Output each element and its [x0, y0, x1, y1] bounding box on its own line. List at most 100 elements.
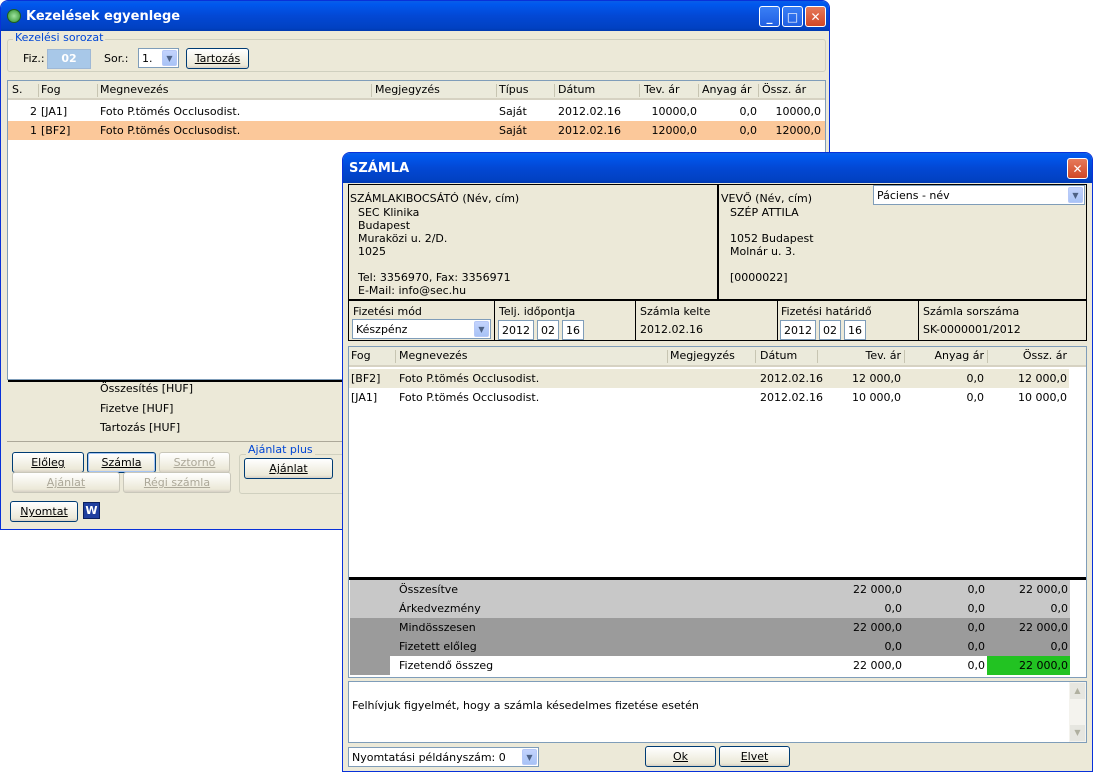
col-divider: [639, 84, 640, 97]
col-s: S.: [12, 83, 23, 96]
buyer-select[interactable]: Páciens - név ▼: [873, 185, 1085, 205]
note-scrollbar[interactable]: ▲ ▼: [1069, 682, 1086, 742]
note-textarea[interactable]: Felhívjuk figyelmét, hogy a számla késed…: [348, 681, 1087, 743]
field-divider: [494, 300, 495, 341]
hatarido-month[interactable]: 02: [819, 320, 841, 340]
issuer-street: Muraközi u. 2/D.: [358, 232, 448, 245]
fizmod-select[interactable]: Készpénz ▼: [352, 319, 491, 339]
app-icon: [7, 9, 21, 23]
buyer-street: Molnár u. 3.: [730, 245, 796, 258]
group-caption: Kezelési sorozat: [13, 31, 106, 44]
col-divider: [817, 350, 818, 363]
col-ossz-ar: Össz. ár: [762, 83, 807, 96]
tartozas-button[interactable]: Tartozás: [186, 48, 249, 69]
sorszam-value: SK-0000001/2012: [923, 323, 1021, 336]
col-anyag-ar: Anyag ár: [934, 349, 985, 362]
col-divider: [904, 350, 905, 363]
hatarido-label: Fizetési határidő: [781, 305, 872, 318]
ajanlat-plus-button[interactable]: Ajánlat: [244, 458, 333, 479]
maximize-button[interactable]: □: [782, 6, 803, 27]
sztorno-button[interactable]: Sztornó: [159, 452, 230, 473]
kelte-value: 2012.02.16: [640, 323, 703, 336]
field-divider: [635, 300, 636, 341]
ajanlat-button[interactable]: Ajánlat: [12, 472, 120, 493]
totals-row: Összesítve 22 000,0 0,0 22 000,0: [350, 580, 1070, 599]
telj-month[interactable]: 02: [537, 320, 559, 340]
word-icon[interactable]: W: [83, 502, 100, 519]
chevron-down-icon: ▼: [474, 321, 489, 337]
telj-day[interactable]: 16: [562, 320, 584, 340]
hatarido-year[interactable]: 2012: [780, 320, 816, 340]
col-divider: [554, 84, 555, 97]
issuer-tel: Tel: 3356970, Fax: 3356971: [358, 271, 511, 284]
nyomtat-button[interactable]: Nyomtat: [10, 501, 78, 522]
szamla-titlebar: SZÁMLA: [343, 153, 1092, 183]
col-ossz-ar: Össz. ár: [1022, 349, 1067, 362]
col-fog: Fog: [351, 349, 371, 362]
fizmod-label: Fizetési mód: [353, 305, 422, 318]
field-divider: [918, 300, 919, 341]
elvet-button[interactable]: Elvet: [719, 746, 790, 767]
item-row[interactable]: [JA1] Foto P.tömés Occlusodist. 2012.02.…: [349, 388, 1069, 407]
issuer-city: Budapest: [358, 219, 411, 232]
window-title: Kezelések egyenlege: [26, 8, 181, 24]
window-title: SZÁMLA: [349, 160, 410, 176]
col-divider: [496, 84, 497, 97]
tartozas-label: Tartozás [HUF]: [100, 421, 181, 434]
kezelesek-titlebar: Kezelések egyenlege: [1, 1, 829, 31]
col-datum: Dátum: [760, 349, 798, 362]
col-tev-ar: Tev. ár: [644, 83, 680, 96]
szamla-window: SZÁMLA ✕ SZÁMLAKIBOCSÁTÓ (Név, cím) SEC …: [342, 152, 1093, 772]
chevron-down-icon: ▼: [1068, 187, 1083, 203]
note-text: Felhívjuk figyelmét, hogy a számla késed…: [352, 699, 699, 712]
col-megjegyzes: Megjegyzés: [670, 349, 735, 362]
telj-year[interactable]: 2012: [498, 320, 534, 340]
sorszam-label: Számla sorszáma: [923, 305, 1020, 318]
ajanlat-plus-caption: Ajánlat plus: [246, 443, 315, 456]
items-header: Fog Megnevezés Megjegyzés Dátum Tev. ár …: [349, 347, 1086, 367]
close-button[interactable]: ✕: [805, 6, 826, 27]
totals-row: Árkedvezmény 0,0 0,0 0,0: [350, 599, 1070, 618]
col-tev-ar: Tev. ár: [865, 349, 901, 362]
col-datum: Dátum: [558, 83, 596, 96]
col-divider: [38, 84, 39, 97]
kezelesi-sorozat-group: [7, 39, 826, 72]
sor-label: Sor.:: [104, 52, 129, 65]
sor-select[interactable]: 1. ▼: [138, 48, 179, 68]
col-divider: [667, 350, 668, 363]
osszesites-label: Összesítés [HUF]: [100, 382, 193, 395]
szamla-button[interactable]: Számla: [87, 452, 156, 473]
col-tipus: Típus: [499, 83, 529, 96]
table-row[interactable]: 2 [JA1] Foto P.tömés Occlusodist. Saját …: [8, 102, 825, 121]
minimize-button[interactable]: _: [759, 6, 780, 27]
hatarido-day[interactable]: 16: [844, 320, 866, 340]
kelte-label: Számla kelte: [640, 305, 711, 318]
table-row-selected[interactable]: 1 [BF2] Foto P.tömés Occlusodist. Saját …: [8, 121, 825, 140]
issuer-name: SEC Klinika: [358, 206, 420, 219]
col-divider: [755, 350, 756, 363]
scroll-up-icon[interactable]: ▲: [1070, 683, 1085, 699]
buyer-heading: VEVŐ (Név, cím): [721, 192, 813, 205]
totals-row: Fizetett előleg 0,0 0,0 0,0: [350, 637, 1070, 656]
col-divider: [987, 350, 988, 363]
totals-row-payable: Fizetendő összeg 22 000,0 0,0 22 000,0: [350, 656, 1070, 675]
issuer-zip: 1025: [358, 245, 386, 258]
col-megnevezes: Megnevezés: [100, 83, 169, 96]
col-anyag-ar: Anyag ár: [702, 83, 752, 96]
issuer-email: E-Mail: info@sec.hu: [358, 284, 467, 297]
copies-select[interactable]: Nyomtatási példányszám: 0 ▼: [348, 747, 539, 767]
ok-button[interactable]: Ok: [645, 746, 716, 767]
issuer-heading: SZÁMLAKIBOCSÁTÓ (Név, cím): [350, 192, 520, 205]
fizetve-label: Fizetve [HUF]: [100, 402, 174, 415]
close-button[interactable]: ✕: [1067, 158, 1088, 179]
buyer-id: [0000022]: [730, 271, 788, 284]
fiz-field[interactable]: 02: [47, 49, 91, 69]
scroll-down-icon[interactable]: ▼: [1070, 725, 1085, 741]
col-megnevezes: Megnevezés: [399, 349, 468, 362]
buyer-name: SZÉP ATTILA: [730, 206, 799, 219]
col-divider: [758, 84, 759, 97]
item-row[interactable]: [BF2] Foto P.tömés Occlusodist. 2012.02.…: [349, 369, 1069, 388]
chevron-down-icon: ▼: [162, 50, 177, 66]
eloleg-button[interactable]: Előleg: [12, 452, 84, 473]
regi-szamla-button[interactable]: Régi számla: [123, 472, 231, 493]
